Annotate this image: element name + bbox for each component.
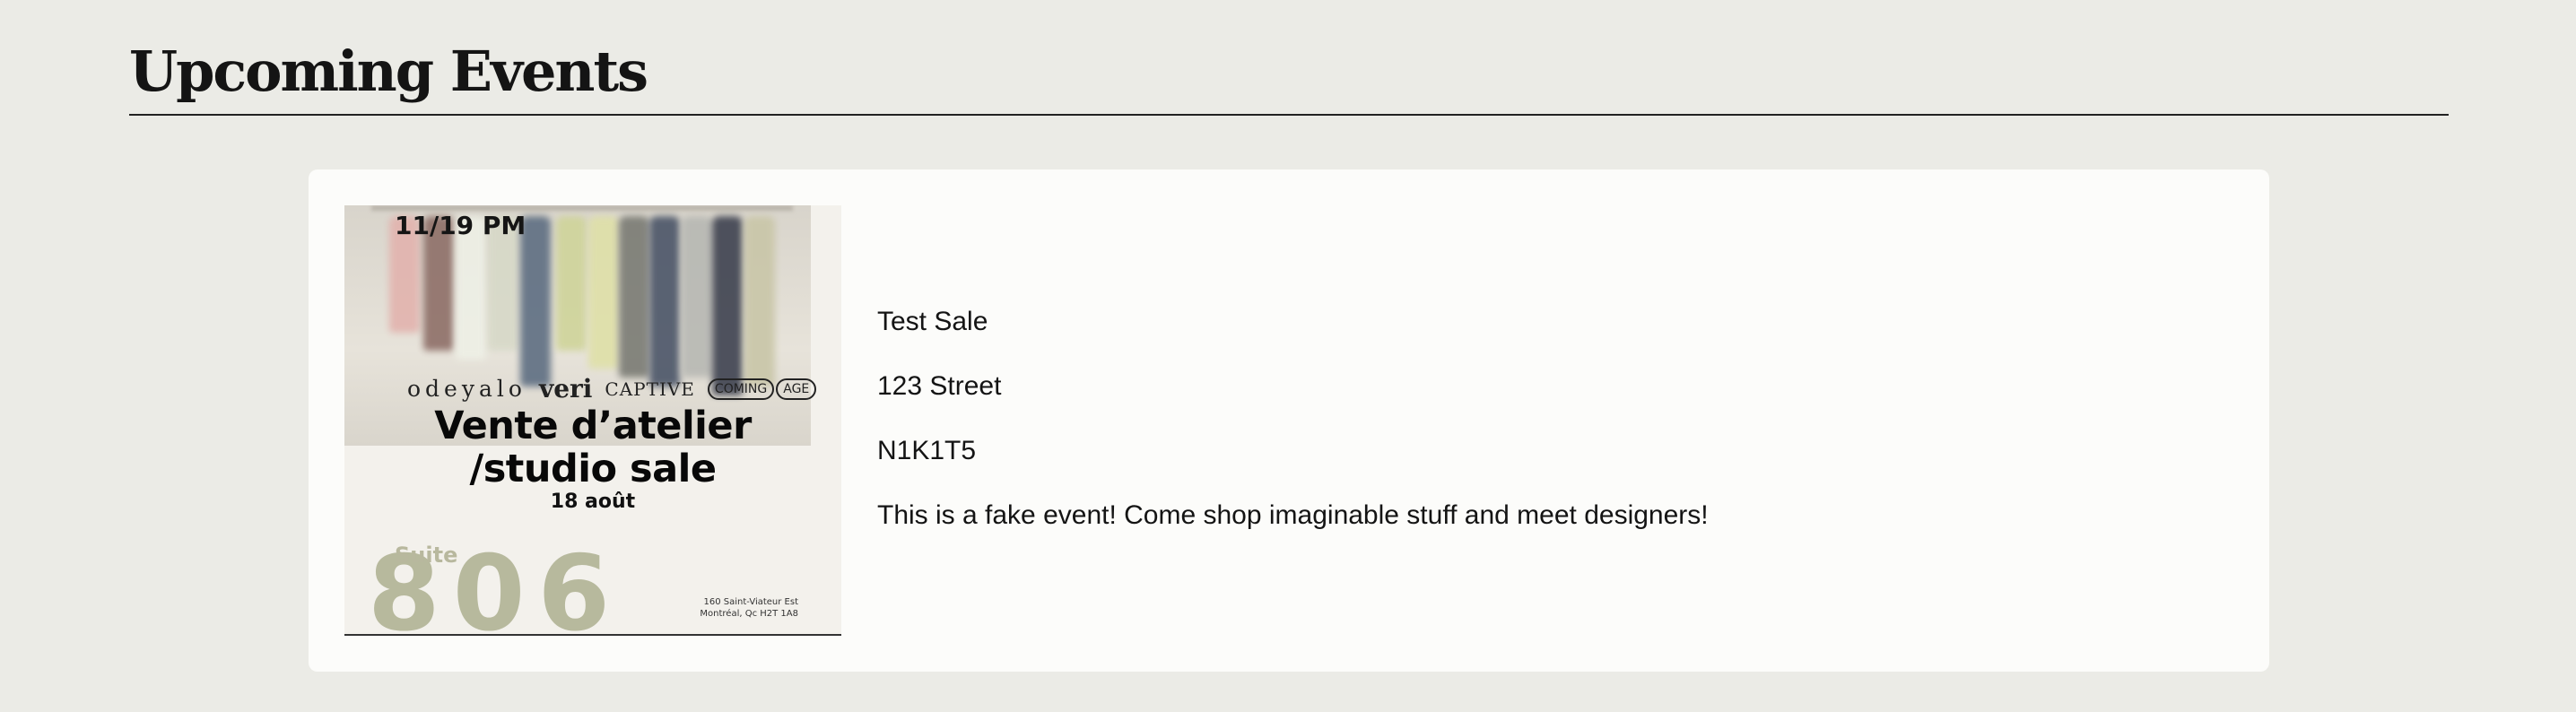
poster-headline-line-2: /studio sale xyxy=(469,447,717,491)
brand-coming-logo: COMING xyxy=(707,378,775,400)
event-postal-code: N1K1T5 xyxy=(877,436,977,465)
poster-address-line-2: Montréal, Qc H2T 1A8 xyxy=(700,609,798,619)
poster-headline: Vente d’atelier /studio sale xyxy=(344,404,841,491)
poster-brand-logos: odeyalo veri CAPTIVE COMING AGE xyxy=(407,374,817,404)
poster-date-time: 11/19 PM xyxy=(395,211,527,240)
poster-headline-line-1: Vente d’atelier xyxy=(434,404,752,448)
brand-age-logo: AGE xyxy=(776,378,817,400)
poster-address: 160 Saint-Viateur Est Montréal, Qc H2T 1… xyxy=(700,596,798,620)
event-name: Test Sale xyxy=(877,307,988,336)
event-card[interactable]: 11/19 PM odeyalo veri CAPTIVE COMING AGE… xyxy=(309,169,2269,672)
poster-suite-label: Suite xyxy=(395,543,458,568)
brand-veri-logo: veri xyxy=(538,374,593,404)
event-address: 123 Street xyxy=(877,371,1002,401)
event-description: This is a fake event! Come shop imaginab… xyxy=(877,500,1709,530)
page-title: Upcoming Events xyxy=(129,39,648,104)
event-poster-image[interactable]: 11/19 PM odeyalo veri CAPTIVE COMING AGE… xyxy=(344,205,841,636)
poster-address-line-1: 160 Saint-Viateur Est xyxy=(703,597,798,607)
poster-event-date: 18 août xyxy=(550,491,636,513)
brand-captive-logo: CAPTIVE xyxy=(605,378,695,400)
title-divider xyxy=(129,114,2449,116)
brand-odeyalo-logo: odeyalo xyxy=(407,376,527,402)
